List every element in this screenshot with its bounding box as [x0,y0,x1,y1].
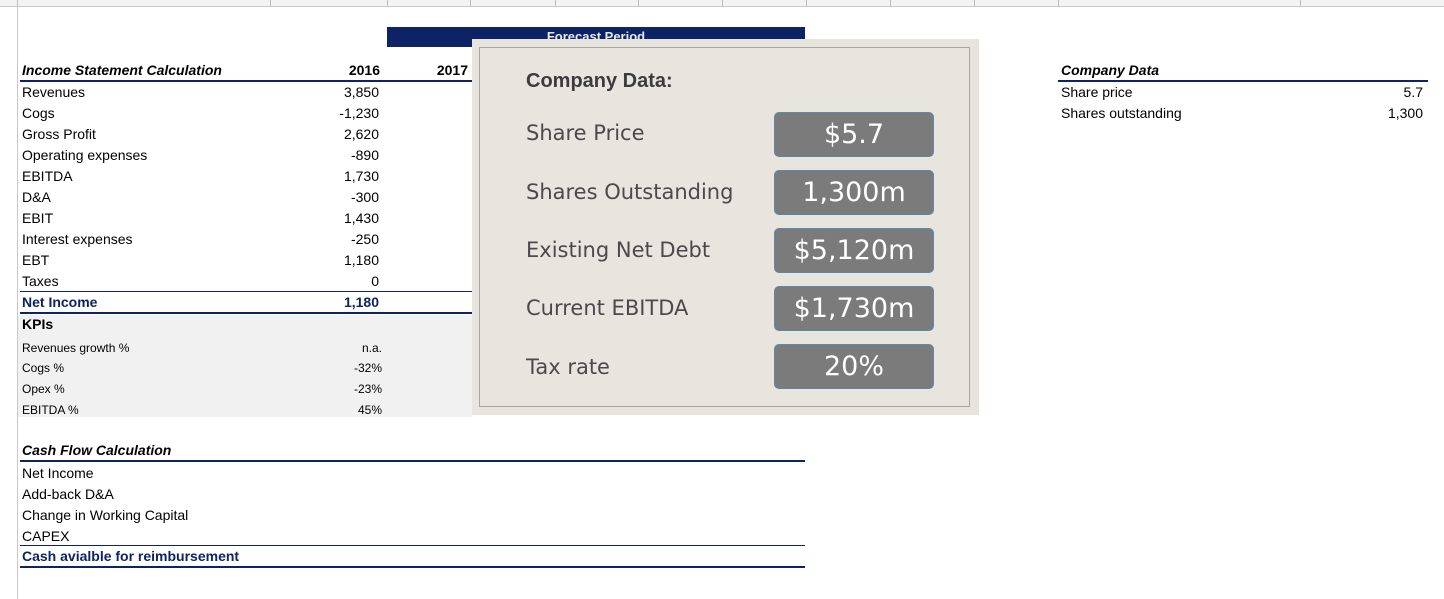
total-rule [20,566,805,568]
row-header-edge [17,6,18,599]
total-rule [20,312,472,314]
column-divider [974,0,975,6]
kpi-value[interactable]: n.a. [300,340,382,356]
net-income-value[interactable]: 1,180 [300,294,379,310]
column-divider [890,0,891,6]
kpi-value[interactable]: -23% [300,381,382,397]
year-2017-header: 2017 [436,62,468,78]
cash-flow-title: Cash Flow Calculation [22,442,172,458]
net-income-label: Net Income [22,294,98,310]
cell-value[interactable]: 1,730 [300,168,379,184]
company-data-title: Company Data [1061,62,1160,78]
company-row-label: Shares outstanding [1061,105,1182,121]
cell-value[interactable]: 1,430 [300,210,379,226]
kpi-label: Opex % [22,382,65,396]
kpi-label: EBITDA % [22,403,79,417]
tax-rate-box: 20% [774,344,934,389]
column-divider [387,0,388,6]
overlay-label: Existing Net Debt [526,238,711,262]
row-label: EBITDA [22,168,73,184]
share-price-box: $5.7 [774,112,934,157]
column-divider [470,0,471,6]
kpi-value[interactable]: 45% [300,402,382,418]
cash-flow-row: Add-back D&A [22,486,114,502]
share-price-value[interactable]: 5.7 [1340,84,1423,100]
cell-value[interactable]: -890 [300,147,379,163]
cell-value[interactable]: 3,850 [300,84,379,100]
row-label: Cogs [22,105,55,121]
cash-flow-row: Net Income [22,465,94,481]
row-label: Operating expenses [22,147,148,163]
shares-outstanding-box: 1,300m [774,170,934,215]
cell-value[interactable]: 0 [300,273,379,289]
shares-outstanding-value[interactable]: 1,300 [1340,105,1423,121]
overlay-label: Share Price [526,121,645,145]
overlay-label: Tax rate [526,355,610,379]
subtotal-rule [20,545,805,546]
cell-value[interactable]: -250 [300,231,379,247]
column-divider [555,0,556,6]
row-label: EBIT [22,210,54,226]
row-label: D&A [22,189,51,205]
column-divider [270,0,271,6]
row-label: EBT [22,252,50,268]
overlay-label: Current EBITDA [526,296,689,320]
column-divider [1058,0,1059,6]
row-label: Gross Profit [22,126,96,142]
column-divider [638,0,639,6]
header-rule [20,460,805,462]
kpi-label: Cogs % [22,361,65,375]
cash-available-label: Cash avialble for reimbursement [22,548,240,564]
overlay-title: Company Data: [526,70,673,92]
subtotal-rule [20,291,472,292]
company-row-label: Share price [1061,84,1133,100]
column-divider [806,0,807,6]
cash-flow-row: Change in Working Capital [22,507,189,523]
header-rule [20,80,472,82]
current-ebitda-box: $1,730m [774,286,934,331]
cell-value[interactable]: 2,620 [300,126,379,142]
row-label: Taxes [22,273,59,289]
net-debt-box: $5,120m [774,228,934,273]
header-rule [1058,80,1428,82]
column-divider [1300,0,1301,6]
cash-flow-row: CAPEX [22,528,70,544]
row-label: Revenues [22,84,86,100]
row-label: Interest expenses [22,231,133,247]
overlay-label: Shares Outstanding [526,180,734,204]
income-statement-title: Income Statement Calculation [22,62,222,78]
cell-value[interactable]: 1,180 [300,252,379,268]
kpi-section-background [18,315,472,417]
kpi-label: Revenues growth % [22,341,130,355]
cell-value[interactable]: -300 [300,189,379,205]
column-divider [722,0,723,6]
kpi-value[interactable]: -32% [300,360,382,376]
kpis-title: KPIs [22,316,54,332]
year-2016-header: 2016 [348,62,380,78]
cell-value[interactable]: -1,230 [300,105,379,121]
